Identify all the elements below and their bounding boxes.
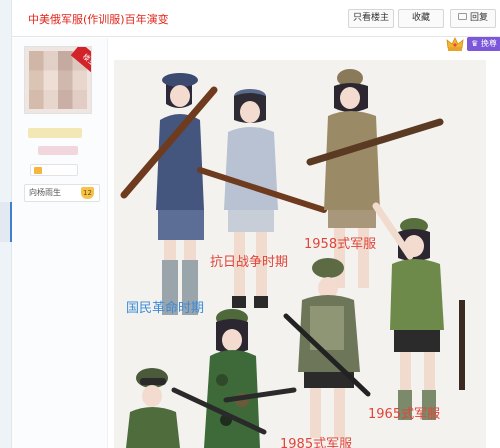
- figure-national-revolution: [120, 73, 218, 315]
- annotation-national-revolution: 国民革命时期: [126, 300, 204, 316]
- thread-header: 中美俄军服(作训服)百年演变 只看楼主 收藏 回复: [12, 0, 500, 37]
- thread-page: 中美俄军服(作训服)百年演变 只看楼主 收藏 回复 ♛ 挽尊 楼主 向杨雨生 1…: [0, 0, 500, 448]
- annotation-anti-japanese: 抗日战争时期: [210, 255, 288, 270]
- vip-bar: ♛ 挽尊: [430, 36, 500, 52]
- side-nav-tab[interactable]: [0, 202, 12, 242]
- soldier-illustration: 1958式军服 抗日战争时期 国民革命时期 1965式军服 1985式军服: [120, 69, 465, 448]
- post-image[interactable]: 1958式军服 抗日战争时期 国民革命时期 1965式军服 1985式军服: [114, 60, 486, 448]
- vip-button[interactable]: ♛ 挽尊: [467, 37, 500, 51]
- reply-label: 回复: [469, 13, 488, 23]
- annotation-1985: 1985式军服: [280, 437, 352, 448]
- thread-title: 中美俄军服(作训服)百年演变: [28, 13, 169, 26]
- vip-icon: ♛: [471, 39, 479, 48]
- level-badge: [30, 164, 78, 176]
- favorite-button[interactable]: 收藏: [398, 9, 444, 28]
- figure-1985-vest: [283, 258, 371, 438]
- fan-name: 向杨雨生: [29, 188, 61, 197]
- username-blurred[interactable]: [28, 128, 82, 138]
- reply-button[interactable]: 回复: [450, 9, 496, 28]
- annotation-1965: 1965式军服: [368, 407, 440, 422]
- fan-level: 12: [81, 187, 94, 199]
- user-title-blurred: [38, 146, 78, 155]
- only-op-button[interactable]: 只看楼主: [348, 9, 394, 28]
- left-side-strip: [0, 0, 12, 448]
- figure-anti-japanese-war: [197, 89, 327, 308]
- crown-icon: [446, 37, 464, 51]
- fan-badge[interactable]: 向杨雨生 12: [24, 184, 100, 202]
- avatar[interactable]: 楼主: [24, 46, 92, 114]
- level-icon: [34, 167, 42, 174]
- figure-1965: [372, 202, 465, 420]
- author-panel: 楼主 向杨雨生 12: [12, 38, 108, 448]
- annotation-1958: 1958式军服: [304, 237, 376, 252]
- vip-label: 挽尊: [480, 39, 497, 48]
- reply-icon: [457, 13, 467, 20]
